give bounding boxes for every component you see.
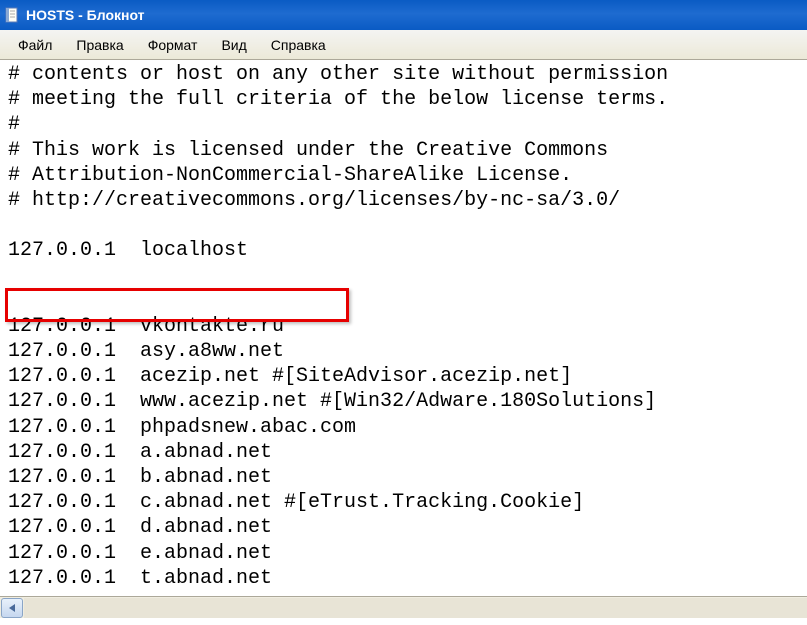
text-line xyxy=(8,289,799,314)
text-line: 127.0.0.1 vkontakte.ru xyxy=(8,314,799,339)
text-line: 127.0.0.1 localhost xyxy=(8,238,799,263)
titlebar-title: HOSTS - Блокнот xyxy=(26,7,145,23)
titlebar: HOSTS - Блокнот xyxy=(0,0,807,30)
text-line: # meeting the full criteria of the below… xyxy=(8,87,799,112)
scroll-left-button[interactable] xyxy=(1,598,23,618)
menu-edit[interactable]: Правка xyxy=(64,33,135,57)
text-line: 127.0.0.1 a.abnad.net xyxy=(8,440,799,465)
menu-file[interactable]: Файл xyxy=(6,33,64,57)
text-line: 127.0.0.1 c.abnad.net #[eTrust.Tracking.… xyxy=(8,490,799,515)
text-line: 127.0.0.1 www.acezip.net #[Win32/Adware.… xyxy=(8,389,799,414)
menubar: Файл Правка Формат Вид Справка xyxy=(0,30,807,60)
text-line: 127.0.0.1 asy.a8ww.net xyxy=(8,339,799,364)
text-line xyxy=(8,213,799,238)
arrow-left-icon xyxy=(9,604,15,612)
text-line: 127.0.0.1 phpadsnew.abac.com xyxy=(8,415,799,440)
text-content[interactable]: # contents or host on any other site wit… xyxy=(0,60,807,596)
text-line: 127.0.0.1 t.abnad.net xyxy=(8,566,799,591)
text-line: # xyxy=(8,112,799,137)
text-line: 127.0.0.1 d.abnad.net xyxy=(8,515,799,540)
text-line: # http://creativecommons.org/licenses/by… xyxy=(8,188,799,213)
text-line xyxy=(8,264,799,289)
text-line: 127.0.0.1 e.abnad.net xyxy=(8,541,799,566)
notepad-icon xyxy=(4,7,20,23)
text-line: 127.0.0.1 b.abnad.net xyxy=(8,465,799,490)
menu-format[interactable]: Формат xyxy=(136,33,210,57)
text-line: # contents or host on any other site wit… xyxy=(8,62,799,87)
text-line: 127.0.0.1 acezip.net #[SiteAdvisor.acezi… xyxy=(8,364,799,389)
menu-view[interactable]: Вид xyxy=(209,33,258,57)
horizontal-scrollbar[interactable] xyxy=(0,596,807,618)
menu-help[interactable]: Справка xyxy=(259,33,338,57)
text-line: # Attribution-NonCommercial-ShareAlike L… xyxy=(8,163,799,188)
scrollbar-track[interactable] xyxy=(24,598,807,618)
text-line: # This work is licensed under the Creati… xyxy=(8,138,799,163)
